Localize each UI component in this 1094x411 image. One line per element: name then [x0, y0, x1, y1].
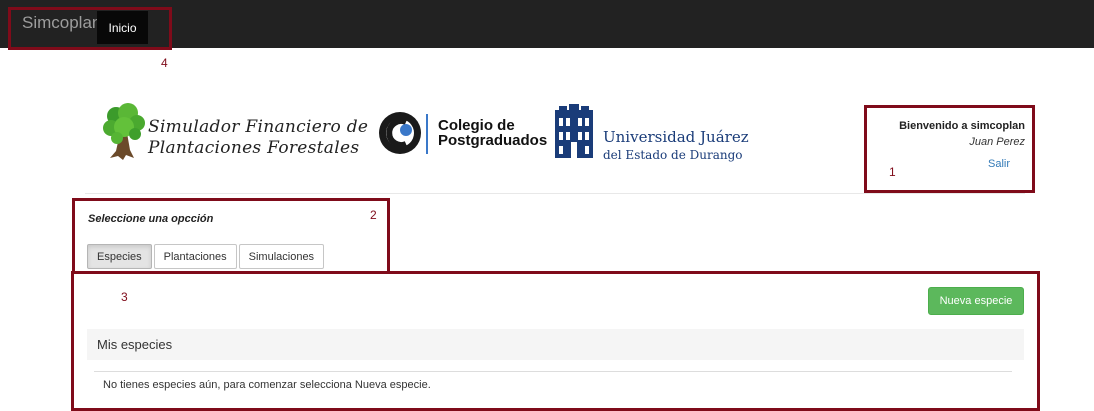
- app-title-line-1: Simulador Financiero de: [148, 117, 369, 137]
- annotation-number-3: 3: [121, 290, 128, 304]
- new-species-button[interactable]: Nueva especie: [928, 287, 1024, 315]
- ujed-name: Universidad Juárez del Estado de Durango: [603, 128, 749, 162]
- ujed-line-2: del Estado de Durango: [603, 148, 743, 162]
- options-tab-group: Especies Plantaciones Simulaciones: [87, 244, 326, 269]
- annotation-number-2: 2: [370, 208, 377, 222]
- annotation-box-4: [8, 7, 172, 50]
- colegio-postgraduados-name: Colegio de Postgraduados: [438, 118, 547, 148]
- empty-species-message: No tienes especies aún, para comenzar se…: [103, 379, 431, 391]
- tab-plantaciones[interactable]: Plantaciones: [153, 244, 237, 269]
- tab-simulaciones[interactable]: Simulaciones: [238, 244, 325, 269]
- annotation-number-1: 1: [889, 165, 896, 179]
- user-welcome-panel: Bienvenido a simcoplan Juan Perez Salir: [868, 110, 1031, 170]
- colegio-postgraduados-logo-icon: [379, 112, 428, 154]
- select-option-label: Seleccione una opcción: [88, 213, 214, 225]
- cp-line-2: Postgraduados: [438, 132, 548, 149]
- tab-especies[interactable]: Especies: [87, 244, 152, 269]
- welcome-text: Bienvenido a simcoplan: [899, 120, 1025, 132]
- annotation-number-4: 4: [161, 56, 168, 70]
- panel-divider: [94, 371, 1012, 372]
- user-name: Juan Perez: [969, 136, 1025, 148]
- my-species-panel-heading: Mis especies: [87, 329, 1024, 360]
- ujed-line-1: Universidad Juárez: [603, 128, 749, 146]
- app-title: Simulador Financiero de Plantaciones For…: [148, 117, 368, 159]
- app-title-line-2: Plantaciones Forestales: [148, 138, 360, 158]
- ujed-building-logo-icon: [555, 104, 593, 158]
- header-divider: [85, 193, 1025, 194]
- cp-line-1: Colegio de: [438, 117, 515, 134]
- tree-logo-icon: [103, 103, 145, 160]
